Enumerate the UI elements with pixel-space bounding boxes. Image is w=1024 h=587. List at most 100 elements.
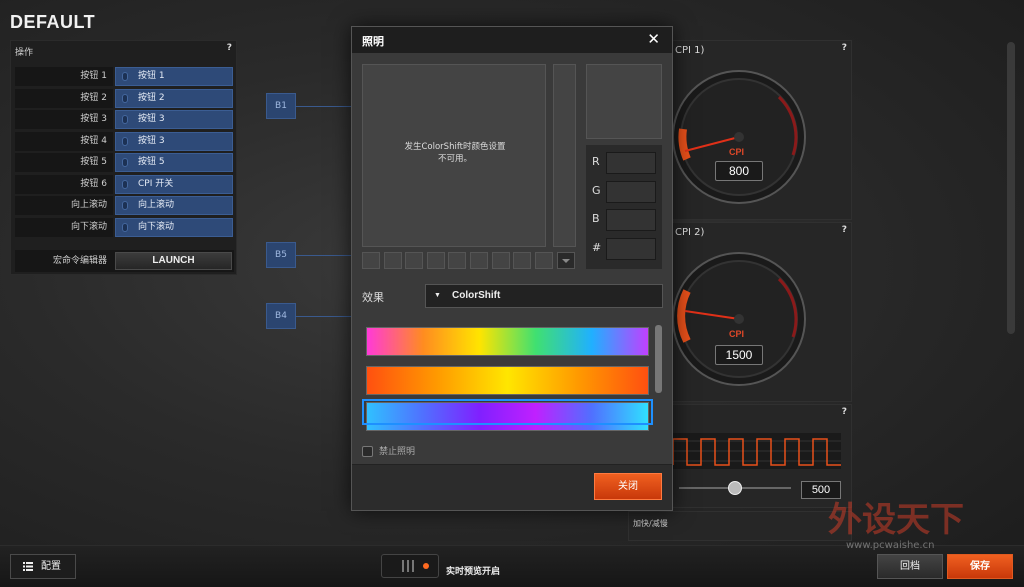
save-button[interactable]: 保存 xyxy=(947,554,1013,579)
hex-input[interactable] xyxy=(606,238,656,260)
connector-line xyxy=(296,255,352,256)
close-icon[interactable]: ✕ xyxy=(647,30,660,48)
color-swatch-slot[interactable] xyxy=(405,252,424,269)
cpi2-label: CPI xyxy=(729,329,745,339)
assignment-label: 按钮 3 xyxy=(138,135,165,146)
live-preview-toggle[interactable] xyxy=(381,554,439,578)
help-icon[interactable]: ? xyxy=(842,43,847,53)
dialog-header: 照明 ✕ xyxy=(352,27,672,53)
macro-editor-label: 宏命令编辑器 xyxy=(52,256,107,266)
polling-waveform xyxy=(673,433,841,469)
mouse-icon xyxy=(122,222,128,232)
g-input[interactable] xyxy=(606,181,656,203)
color-swatch-slot[interactable] xyxy=(513,252,532,269)
preset-selection-outline xyxy=(362,399,653,425)
toggle-switch-icon xyxy=(402,560,429,572)
button-assignment[interactable]: 按钮 1 xyxy=(115,67,233,86)
rgb-input-panel: R G B # xyxy=(586,145,662,269)
cpi1-gauge[interactable] xyxy=(669,67,809,207)
revert-button[interactable]: 回档 xyxy=(877,554,943,579)
watermark-logo: 外设天下 xyxy=(828,500,964,540)
action-row: 按钮 2 按钮 2 xyxy=(15,88,234,108)
effect-label: 效果 xyxy=(362,291,384,304)
button-assignment[interactable]: 向上滚动 xyxy=(115,196,233,215)
action-row: 向上滚动 向上滚动 xyxy=(15,196,234,215)
cpi1-label: CPI xyxy=(729,147,745,157)
b-label: B xyxy=(592,212,600,225)
color-swatch-slot[interactable] xyxy=(534,252,553,269)
launch-button[interactable]: LAUNCH xyxy=(115,252,232,270)
color-picker-area[interactable]: 发生ColorShift时颜色设置 不可用。 xyxy=(362,64,546,247)
button-assignment[interactable]: 按钮 5 xyxy=(115,153,233,172)
disable-lighting-row: 禁止照明 xyxy=(362,444,415,457)
polling-slider-thumb[interactable] xyxy=(728,481,742,495)
profile-title: DEFAULT xyxy=(10,12,96,32)
mouse-button-b5[interactable]: B5 xyxy=(266,242,296,268)
mouse-icon xyxy=(122,136,128,146)
help-icon[interactable]: ? xyxy=(842,407,847,417)
button-assignment[interactable]: 按钮 3 xyxy=(115,110,233,129)
mouse-icon xyxy=(122,179,128,189)
page-scrollbar[interactable] xyxy=(1007,42,1015,334)
button-assignment[interactable]: 向下滚动 xyxy=(115,217,233,237)
close-button[interactable]: 关闭 xyxy=(594,473,662,500)
mouse-button-b1[interactable]: B1 xyxy=(266,93,296,119)
effect-dropdown[interactable]: ▼ ColorShift xyxy=(425,284,663,308)
preset-list-scrollbar[interactable] xyxy=(655,325,662,393)
rgb-row-r: R xyxy=(592,152,658,174)
hue-slider[interactable] xyxy=(553,64,576,247)
assignment-label: 向下滚动 xyxy=(138,221,175,232)
color-swatch-slot[interactable] xyxy=(362,252,380,269)
picker-unavailable-message: 发生ColorShift时颜色设置 不可用。 xyxy=(363,141,547,165)
accel-panel: 加快/减慢 xyxy=(628,511,852,541)
rgb-row-b: B xyxy=(592,209,658,231)
help-icon[interactable]: ? xyxy=(842,225,847,235)
config-button[interactable]: 配置 xyxy=(10,554,76,579)
assignment-label: 按钮 2 xyxy=(138,92,165,103)
button-assignment[interactable]: CPI 开关 xyxy=(115,174,233,194)
effect-value: ColorShift xyxy=(452,290,501,301)
cpi2-title: CPI 2) xyxy=(675,227,705,238)
button-label: 按钮 1 xyxy=(15,67,113,86)
list-icon xyxy=(23,562,33,571)
cpi1-value[interactable]: 800 xyxy=(715,161,763,181)
live-preview-label: 实时预览开启 xyxy=(446,567,501,577)
cpi2-value[interactable]: 1500 xyxy=(715,345,763,365)
b-input[interactable] xyxy=(606,209,656,231)
action-row: 向下滚动 向下滚动 xyxy=(15,217,234,237)
color-swatch-slot[interactable] xyxy=(448,252,467,269)
dialog-title: 照明 xyxy=(362,35,384,48)
button-label: 按钮 6 xyxy=(15,174,113,194)
color-swatch-slot[interactable] xyxy=(383,252,402,269)
disable-lighting-checkbox[interactable] xyxy=(362,446,373,457)
button-label: 向下滚动 xyxy=(15,217,113,237)
action-row: 按钮 5 按钮 5 xyxy=(15,153,234,172)
rgb-row-hex: # xyxy=(592,238,658,260)
swatch-dropdown-button[interactable] xyxy=(557,252,575,269)
actions-header: 操作 ? xyxy=(11,41,236,59)
disable-lighting-label: 禁止照明 xyxy=(379,447,416,457)
connector-line xyxy=(296,106,352,107)
r-input[interactable] xyxy=(606,152,656,174)
color-preset-2[interactable] xyxy=(366,366,649,395)
color-swatch-slot[interactable] xyxy=(491,252,510,269)
button-assignment[interactable]: 按钮 2 xyxy=(115,88,233,108)
macro-editor-row: 宏命令编辑器 LAUNCH xyxy=(15,250,234,272)
action-row: 按钮 4 按钮 3 xyxy=(15,131,234,151)
assignment-label: 按钮 5 xyxy=(138,157,165,167)
button-assignment[interactable]: 按钮 3 xyxy=(115,131,233,151)
mouse-button-b4[interactable]: B4 xyxy=(266,303,296,329)
lighting-dialog: 照明 ✕ 发生ColorShift时颜色设置 不可用。 R G B # 效果 ▼… xyxy=(351,26,673,511)
actions-title: 操作 xyxy=(15,48,34,58)
watermark-url: www.pcwaishe.cn xyxy=(846,540,935,551)
mouse-icon xyxy=(122,115,128,124)
help-icon[interactable]: ? xyxy=(227,43,232,53)
cpi2-gauge[interactable] xyxy=(669,249,809,389)
color-swatch-slot[interactable] xyxy=(426,252,445,269)
picker-message-line2: 不可用。 xyxy=(437,154,472,164)
button-label: 按钮 4 xyxy=(15,131,113,151)
color-preset-1[interactable] xyxy=(366,327,649,356)
picker-message-line1: 发生ColorShift时颜色设置 xyxy=(404,142,506,152)
button-label: 向上滚动 xyxy=(15,196,113,215)
color-swatch-slot[interactable] xyxy=(470,252,488,269)
